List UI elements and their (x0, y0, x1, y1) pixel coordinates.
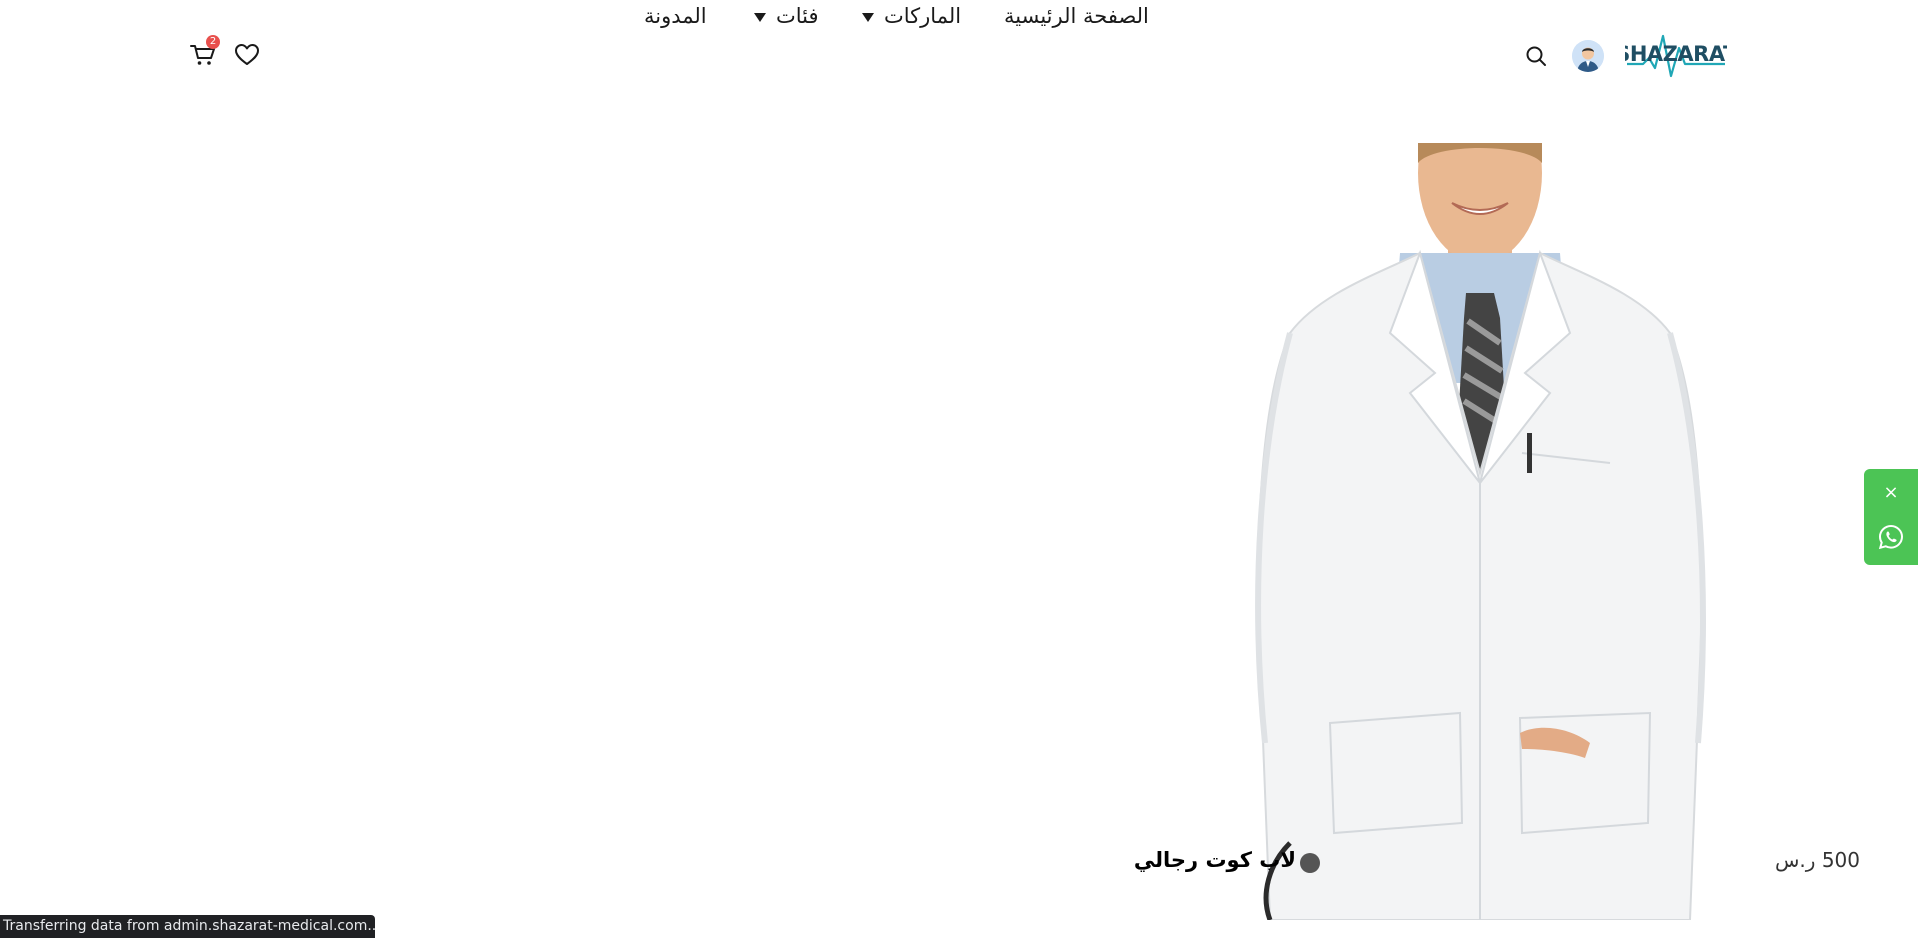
nav-blog[interactable]: المدونة (644, 0, 707, 32)
whatsapp-widget: × (1864, 469, 1918, 565)
nav-categories-label: فئات (776, 4, 819, 28)
whatsapp-button[interactable] (1864, 517, 1918, 557)
heart-icon (235, 44, 259, 65)
logo-mark: SHAZARAT (1625, 34, 1727, 78)
product-name[interactable]: لاب كوت رجالي (1060, 843, 1296, 877)
product-image[interactable] (1230, 143, 1770, 920)
chevron-down-icon (862, 12, 874, 22)
logo-text: SHAZARAT (1625, 42, 1727, 66)
page: SHAZARAT الصفحة الرئيسية (0, 0, 1918, 938)
whatsapp-icon (1878, 524, 1904, 550)
whatsapp-close-button[interactable]: × (1864, 477, 1918, 507)
product-price: 500 ر.س (1775, 848, 1860, 872)
nav-home-label: الصفحة الرئيسية (1004, 4, 1149, 28)
search-button[interactable] (1522, 42, 1550, 70)
avatar[interactable] (1572, 40, 1604, 72)
cart-count-badge: 2 (206, 35, 220, 49)
nav-categories[interactable]: فئات (754, 0, 819, 32)
lab-coat-image (1255, 143, 1706, 920)
nav-brands[interactable]: الماركات (862, 0, 961, 32)
chevron-down-icon (754, 12, 766, 22)
wishlist-button[interactable] (232, 40, 262, 70)
nav-brands-label: الماركات (884, 4, 962, 28)
user-avatar-icon (1572, 40, 1604, 72)
site-logo[interactable]: SHAZARAT (1625, 28, 1727, 80)
nav-home[interactable]: الصفحة الرئيسية (1004, 0, 1149, 32)
site-header: SHAZARAT الصفحة الرئيسية (0, 0, 1918, 110)
search-icon (1526, 46, 1546, 66)
browser-status-bar: Transferring data from admin.shazarat-me… (0, 915, 375, 938)
nav-blog-label: المدونة (644, 4, 707, 28)
